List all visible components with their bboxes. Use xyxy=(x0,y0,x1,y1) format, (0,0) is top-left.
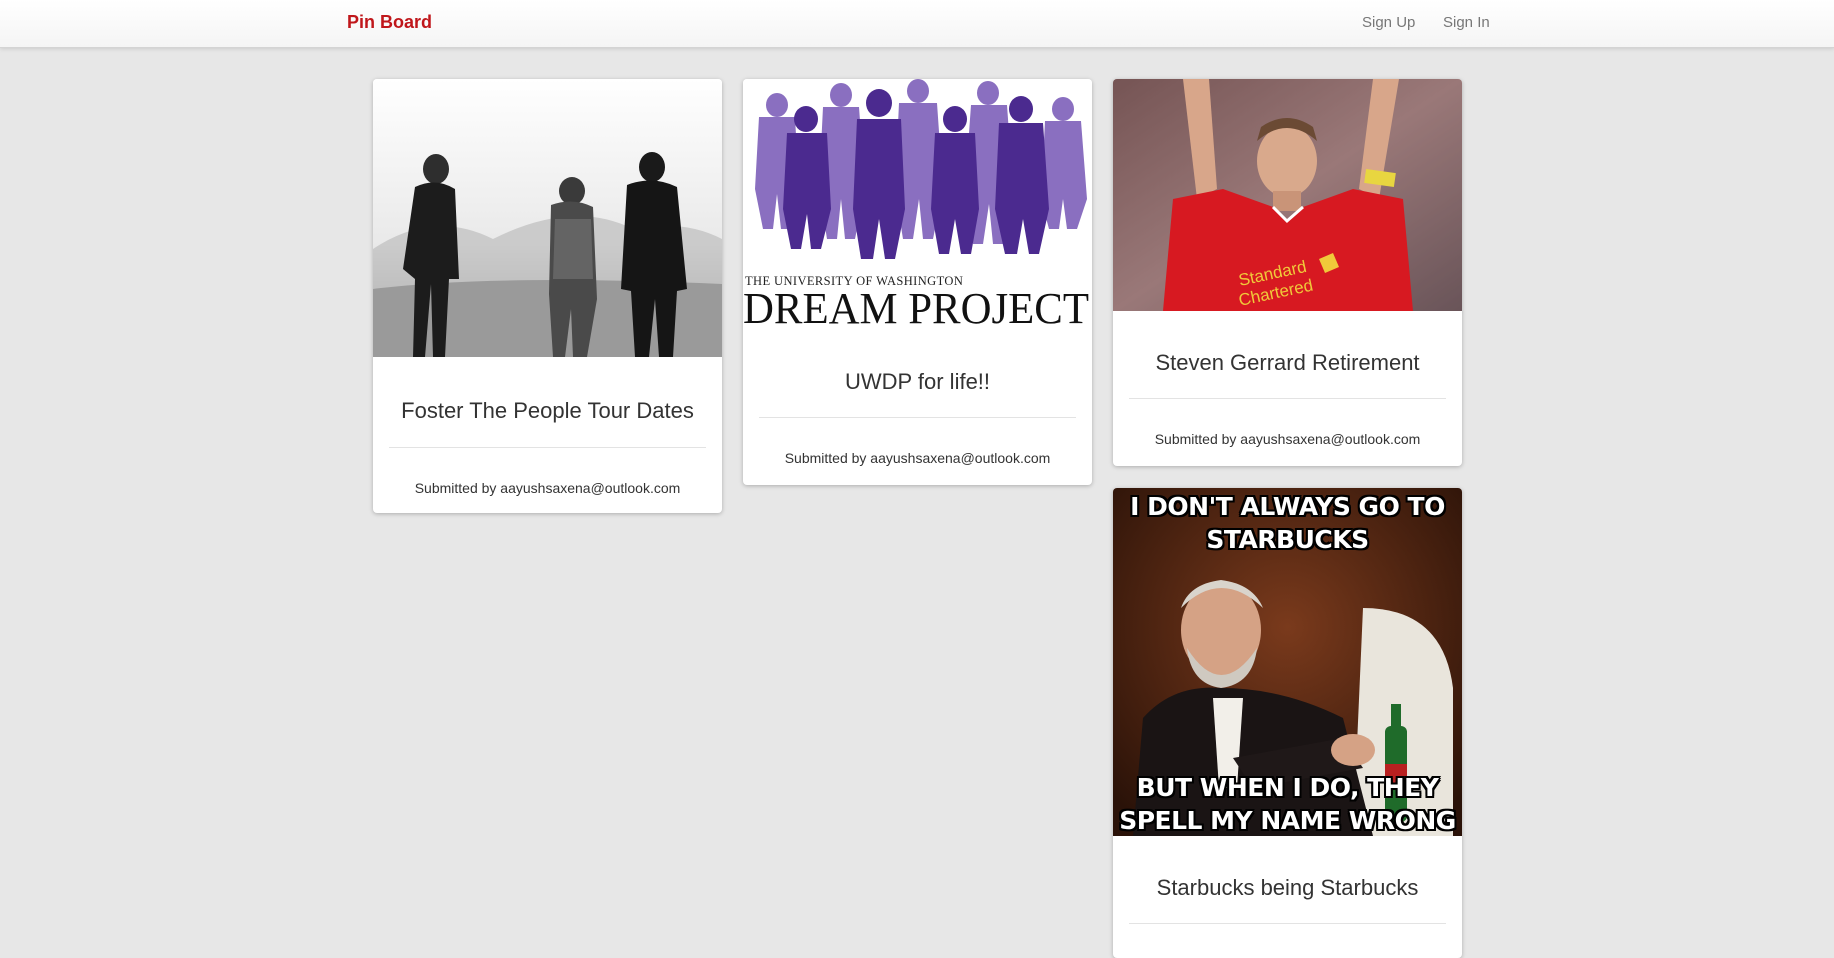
pin-submitter: Submitted by aayushsaxena@outlook.com xyxy=(784,450,1051,466)
logo-line2: DREAM PROJECT xyxy=(743,284,1089,330)
pin-title[interactable]: Starbucks being Starbucks xyxy=(1113,874,1462,902)
navbar: Pin Board Sign Up Sign In xyxy=(0,0,1834,48)
pin-card[interactable]: Foster The People Tour Dates Submitted b… xyxy=(373,79,722,513)
band-photo xyxy=(373,79,722,357)
pin-title[interactable]: Steven Gerrard Retirement xyxy=(1113,349,1462,377)
pin-card[interactable]: Standard Chartered Steven Gerrard Retire… xyxy=(1113,79,1462,466)
divider xyxy=(389,447,706,448)
pin-card[interactable]: I DON'T ALWAYS GO TO STARBUCKS BUT WHEN … xyxy=(1113,488,1462,958)
divider xyxy=(1129,923,1446,924)
pin-submitter: Submitted by aayushsaxena@outlook.com xyxy=(414,480,681,496)
meme-image: I DON'T ALWAYS GO TO STARBUCKS BUT WHEN … xyxy=(1113,488,1462,836)
divider xyxy=(1129,398,1446,399)
sign-in-link[interactable]: Sign In xyxy=(1443,14,1490,31)
pin-title[interactable]: Foster The People Tour Dates xyxy=(373,397,722,425)
pin-submitter: Submitted by aayushsaxena@outlook.com xyxy=(1154,431,1421,447)
pin-title[interactable]: UWDP for life!! xyxy=(743,368,1092,396)
footballer-photo: Standard Chartered xyxy=(1113,79,1462,311)
meme-top-text: I DON'T ALWAYS GO TO STARBUCKS xyxy=(1130,492,1445,554)
sign-up-link[interactable]: Sign Up xyxy=(1362,14,1415,31)
meme-bottom-text: BUT WHEN I DO, THEY SPELL MY NAME WRONG xyxy=(1119,773,1456,835)
pin-card[interactable]: THE UNIVERSITY OF WASHINGTON DREAM PROJE… xyxy=(743,79,1092,485)
divider xyxy=(759,417,1076,418)
dream-project-logo: THE UNIVERSITY OF WASHINGTON DREAM PROJE… xyxy=(743,79,1092,330)
brand-link[interactable]: Pin Board xyxy=(347,12,432,33)
